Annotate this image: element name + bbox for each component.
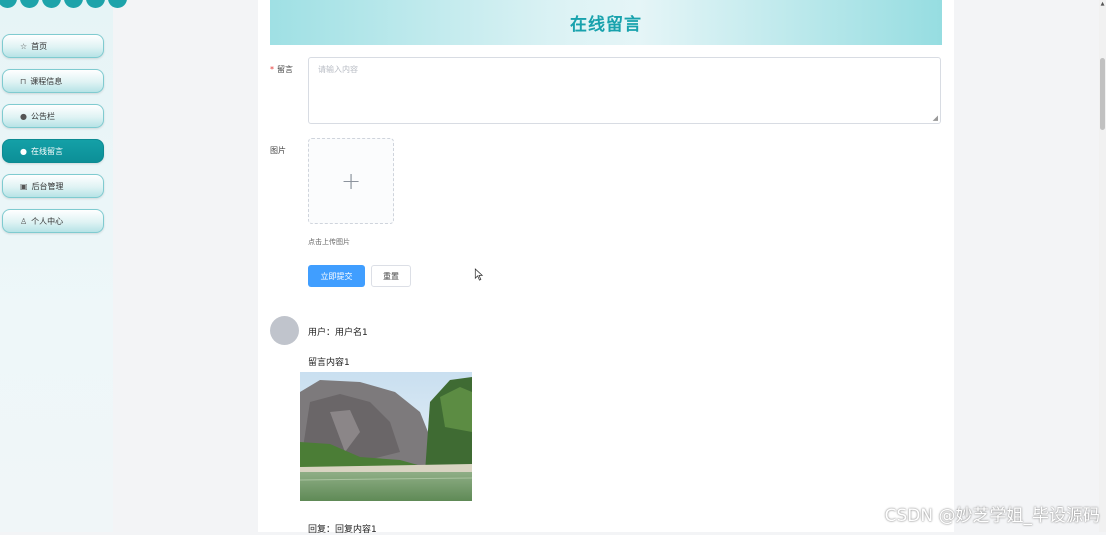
image-label: 图片 (270, 146, 286, 155)
comment-user: 用户：用户名1 (308, 328, 368, 338)
user-icon: ♙ (20, 216, 28, 226)
message-textarea[interactable]: 请输入内容 ◢ (308, 57, 941, 124)
bag-icon: ⊓ (20, 76, 27, 86)
resize-handle-icon[interactable]: ◢ (933, 114, 938, 122)
message-placeholder: 请输入内容 (318, 65, 358, 74)
decorative-dots (0, 0, 127, 8)
comment-content: 留言内容1 (308, 358, 350, 368)
sidebar-item-home[interactable]: ☆ 首页 (2, 34, 104, 58)
comment-reply: 回复：回复内容1 (308, 525, 377, 535)
info-icon: ● (20, 111, 27, 121)
sidebar-item-label: 课程信息 (30, 76, 63, 86)
main-panel: 在线留言 * 留言 请输入内容 ◢ 图片 + 点击上传图片 立即提交 重置 用户：… (258, 0, 954, 535)
page-banner: 在线留言 (270, 0, 942, 45)
required-mark: * (270, 65, 274, 74)
upload-tip: 点击上传图片 (308, 238, 350, 246)
reset-button[interactable]: 重置 (371, 265, 411, 287)
submit-button[interactable]: 立即提交 (308, 265, 365, 287)
image-upload-box[interactable]: + (308, 138, 394, 224)
sidebar-item-label: 在线留言 (30, 146, 63, 156)
scrollbar-thumb[interactable] (1100, 58, 1105, 130)
message-label: 留言 (277, 65, 293, 74)
sidebar-item-label: 个人中心 (31, 216, 64, 226)
sidebar-item-label: 首页 (31, 41, 48, 51)
sidebar-item-messages[interactable]: ● 在线留言 (2, 139, 104, 163)
sidebar-item-admin[interactable]: ▣ 后台管理 (2, 174, 104, 198)
plus-icon: + (340, 167, 362, 195)
briefcase-icon: ▣ (20, 181, 28, 191)
page-title: 在线留言 (570, 15, 642, 35)
avatar (270, 316, 299, 345)
chat-icon: ● (20, 146, 27, 156)
sidebar-item-label: 后台管理 (31, 181, 64, 191)
sidebar-item-profile[interactable]: ♙ 个人中心 (2, 209, 104, 233)
star-icon: ☆ (20, 41, 28, 51)
comment-photo (300, 372, 472, 501)
page-scrollbar[interactable]: ▲ (1099, 0, 1106, 532)
sidebar: ☆ 首页 ⊓ 课程信息 ● 公告栏 ● 在线留言 ▣ 后台管理 ♙ 个人中心 (0, 0, 127, 532)
mouse-cursor-icon (474, 268, 484, 281)
sidebar-item-label: 公告栏 (30, 111, 55, 121)
message-label-wrapper: * 留言 (270, 64, 293, 75)
watermark: CSDN @妙芝学姐_毕设源码 (884, 506, 1100, 526)
scroll-up-icon[interactable]: ▲ (1099, 0, 1106, 8)
sidebar-item-notices[interactable]: ● 公告栏 (2, 104, 104, 128)
sidebar-item-courses[interactable]: ⊓ 课程信息 (2, 69, 104, 93)
